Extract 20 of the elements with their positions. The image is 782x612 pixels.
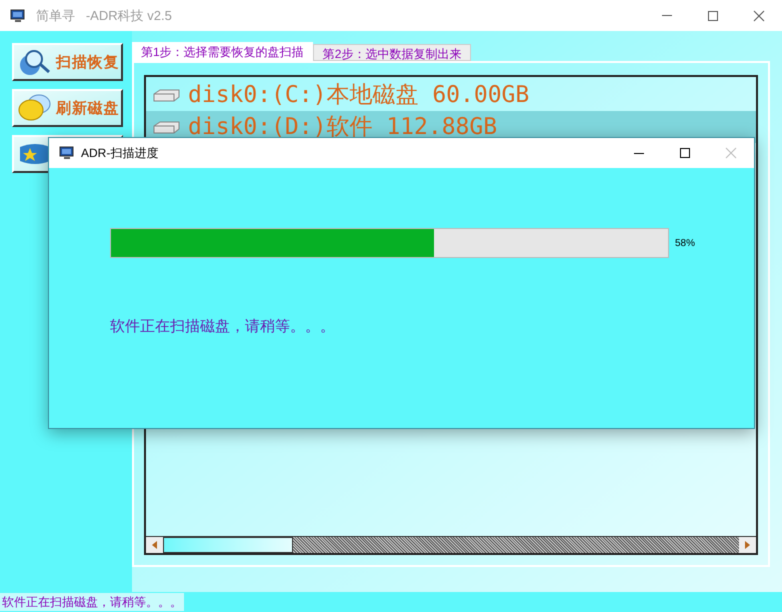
- scroll-left-icon[interactable]: [146, 537, 163, 553]
- monitor-icon: [10, 8, 26, 24]
- horizontal-scrollbar[interactable]: [146, 536, 756, 553]
- scan-message: 软件正在扫描磁盘，请稍等。。。: [110, 317, 336, 337]
- window-title: 简单寻 -ADR科技 v2.5: [36, 6, 172, 25]
- status-text: 软件正在扫描磁盘，请稍等。。。: [0, 593, 184, 611]
- drive-icon: [152, 119, 180, 135]
- step-tab[interactable]: 第2步：选中数据复制出来: [312, 44, 472, 61]
- disk-row[interactable]: disk0:(C:)本地磁盘 60.00GB: [146, 79, 756, 111]
- progress-percent: 58%: [675, 236, 696, 250]
- dialog-title: ADR-扫描进度: [81, 145, 158, 162]
- chat-bubbles-icon: [18, 93, 52, 123]
- sidebar-button[interactable]: 刷新磁盘: [12, 89, 123, 127]
- monitor-icon: [59, 145, 75, 161]
- step-tab[interactable]: 第1步：选择需要恢复的盘扫描: [132, 42, 313, 61]
- scroll-thumb[interactable]: [163, 537, 293, 553]
- drive-icon: [152, 87, 180, 103]
- sidebar-button[interactable]: 扫描恢复: [12, 43, 123, 81]
- scroll-right-icon[interactable]: [739, 537, 756, 553]
- magnifier-icon: [18, 47, 52, 77]
